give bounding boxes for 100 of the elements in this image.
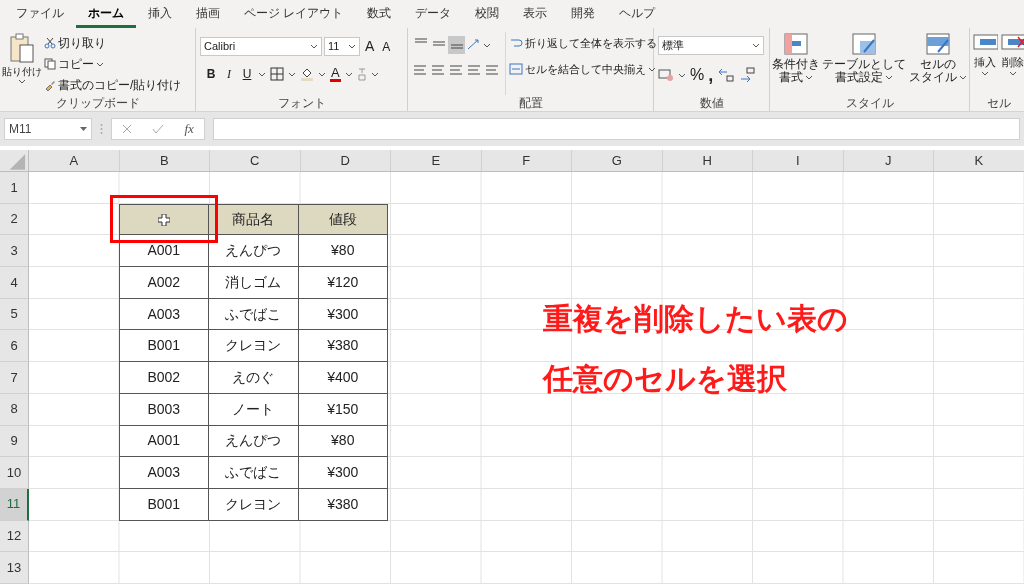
increase-font-button[interactable]: A (362, 36, 378, 57)
row-header[interactable]: 2 (0, 203, 29, 236)
column-header[interactable]: A (29, 150, 120, 171)
menu-tab[interactable]: 描画 (184, 0, 232, 28)
table-cell-background[interactable]: ¥80 (297, 234, 388, 268)
caret-icon[interactable] (885, 75, 894, 80)
caret-icon[interactable] (310, 44, 318, 49)
conditional-format-icon[interactable] (781, 32, 810, 56)
menu-tab[interactable]: 校閲 (463, 0, 512, 28)
dropdown-icon[interactable] (80, 127, 87, 131)
row-header[interactable]: 5 (0, 298, 29, 331)
caret-icon[interactable] (752, 43, 760, 48)
column-header[interactable]: F (481, 150, 572, 171)
table-cell-background[interactable]: ¥300 (297, 456, 388, 489)
menu-tab[interactable]: データ (403, 0, 464, 28)
caret-icon[interactable] (318, 71, 326, 77)
caret-icon[interactable] (483, 42, 491, 48)
clipboard-icon[interactable] (9, 32, 35, 64)
cross-cursor-icon[interactable] (157, 213, 170, 226)
caret-icon[interactable] (96, 61, 104, 67)
caret-icon[interactable] (981, 70, 989, 76)
paste-button[interactable]: 貼り付け (4, 32, 40, 95)
caret-icon[interactable] (959, 75, 968, 80)
row-header[interactable]: 11 (0, 488, 29, 521)
menu-tab[interactable]: 挿入 (136, 0, 184, 28)
row-header[interactable]: 8 (0, 393, 29, 426)
wrap-text-button[interactable]: 折り返して全体を表示する (509, 34, 657, 52)
insert-function-button[interactable]: fx (184, 119, 194, 139)
column-header[interactable]: D (300, 150, 391, 171)
merge-icon[interactable] (509, 63, 523, 75)
bold-button[interactable]: B (204, 65, 218, 83)
decrease-font-button[interactable]: A (379, 37, 394, 56)
menu-tab[interactable]: 数式 (355, 0, 404, 28)
fill-color-icon[interactable] (300, 67, 314, 81)
borders-icon[interactable] (270, 67, 284, 81)
table-cell-background[interactable]: ¥120 (297, 266, 388, 299)
table-cell-background[interactable]: ¥380 (297, 487, 388, 521)
name-box[interactable]: M11 (4, 118, 92, 140)
font-color-button[interactable]: A (330, 66, 341, 82)
wrap-text-icon[interactable] (509, 36, 523, 50)
decrease-decimal-icon[interactable] (739, 67, 758, 83)
column-header[interactable]: G (572, 150, 663, 171)
table-cell-background[interactable]: クレヨン (208, 487, 299, 521)
column-header[interactable]: B (119, 150, 210, 171)
scissors-icon[interactable] (44, 37, 56, 49)
caret-icon[interactable] (348, 44, 356, 49)
caret-icon[interactable] (678, 72, 686, 78)
font-size-dropdown[interactable]: 11 (324, 37, 360, 56)
align-right-icon[interactable] (448, 62, 465, 78)
align-left-icon[interactable] (412, 62, 429, 78)
decrease-indent-icon[interactable] (466, 62, 483, 78)
brush-icon[interactable] (44, 79, 56, 91)
number-format-dropdown[interactable]: 標準 (658, 36, 764, 55)
delete-button[interactable]: 削除 (1000, 32, 1024, 95)
grip-icon[interactable] (100, 123, 103, 135)
row-header[interactable]: 7 (0, 362, 29, 394)
percent-button[interactable]: % (690, 63, 705, 87)
check-icon[interactable] (152, 124, 165, 134)
row-header[interactable]: 10 (0, 457, 29, 489)
row-header[interactable]: 6 (0, 330, 29, 363)
caret-icon[interactable] (344, 71, 353, 77)
row-header[interactable]: 9 (0, 425, 29, 458)
menu-tab[interactable]: ヘルプ (607, 0, 668, 28)
increase-indent-icon[interactable] (484, 62, 501, 78)
row-header[interactable]: 3 (0, 235, 29, 268)
row-header[interactable]: 12 (0, 520, 29, 553)
format-as-table-button[interactable]: テーブルとして 書式設定 (822, 32, 907, 95)
table-format-icon[interactable] (850, 32, 879, 56)
row-header[interactable]: 1 (0, 172, 29, 204)
align-center-icon[interactable] (430, 62, 447, 78)
row-header[interactable]: 4 (0, 267, 29, 299)
column-header[interactable]: I (753, 150, 844, 171)
menu-tab[interactable]: 開発 (559, 0, 608, 28)
caret-icon[interactable] (258, 71, 266, 77)
row-header[interactable]: 13 (0, 552, 29, 584)
menu-tab[interactable]: ファイル (4, 0, 76, 28)
table-header-background[interactable]: 商品名 (208, 203, 299, 236)
caret-icon[interactable] (804, 75, 813, 80)
caret-icon[interactable] (648, 66, 656, 72)
cut-button[interactable]: 切り取り (44, 34, 182, 52)
table-header-background[interactable]: 値段 (297, 203, 388, 236)
caret-icon[interactable] (18, 79, 26, 84)
menu-tab[interactable]: 表示 (511, 0, 560, 28)
column-header[interactable]: K (934, 150, 1024, 171)
cell-style-icon[interactable] (924, 32, 953, 56)
italic-button[interactable]: I (222, 65, 236, 83)
table-cell-background[interactable]: ¥150 (297, 392, 388, 426)
menu-tab[interactable]: ページ レイアウト (232, 0, 356, 28)
insert-button[interactable]: 挿入 (972, 32, 998, 95)
increase-decimal-icon[interactable] (717, 67, 736, 83)
cell-styles-button[interactable]: セルの スタイル (909, 32, 968, 95)
font-name-dropdown[interactable]: Calibri (200, 37, 322, 56)
table-cell-background[interactable]: B001 (118, 487, 209, 521)
caret-icon[interactable] (1009, 70, 1017, 76)
merge-center-button[interactable]: セルを結合して中央揃え (509, 60, 657, 78)
formula-input-field[interactable] (213, 118, 1020, 140)
cancel-icon[interactable] (122, 124, 133, 134)
column-header[interactable]: E (391, 150, 482, 171)
column-header[interactable]: J (843, 150, 934, 171)
table-cell-background[interactable]: ¥400 (297, 361, 388, 394)
